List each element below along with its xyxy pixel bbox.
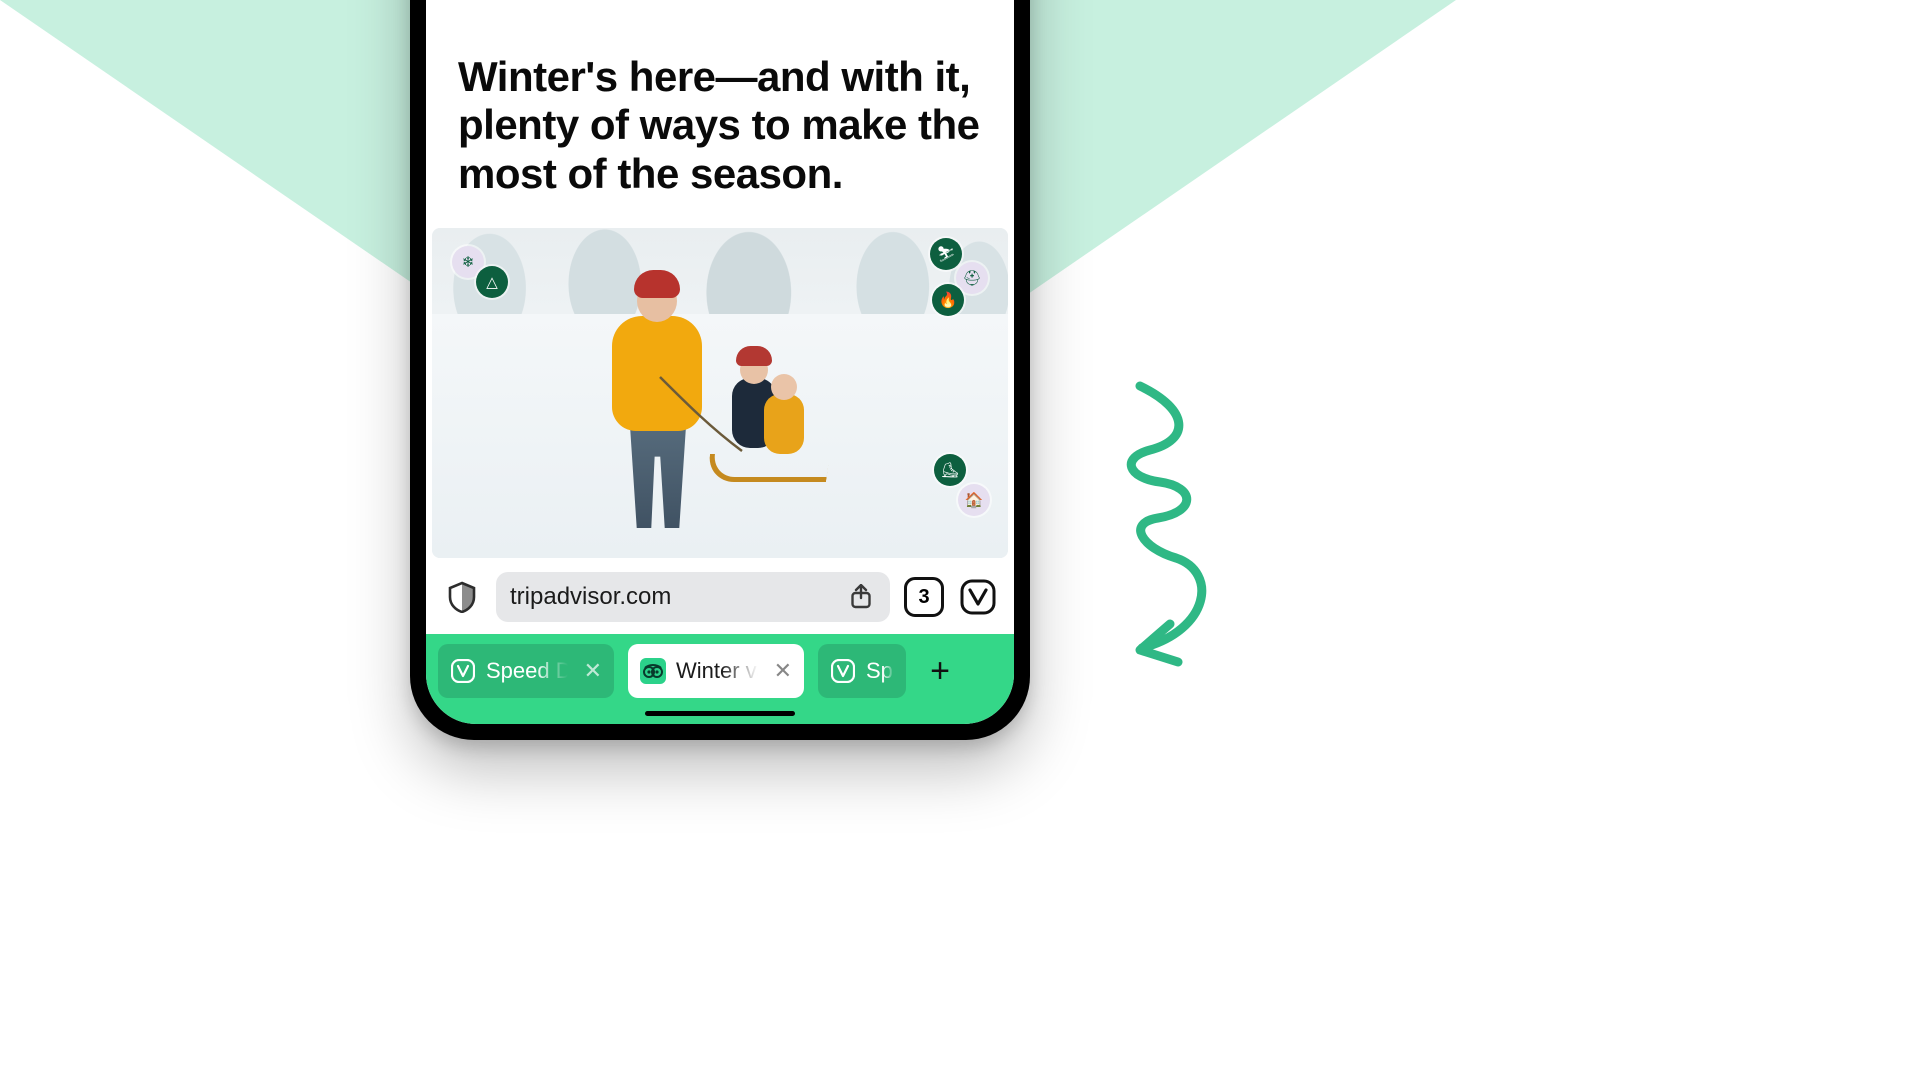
vivaldi-menu-button[interactable] <box>958 577 998 617</box>
address-url: tripadvisor.com <box>510 583 846 611</box>
phone-frame: Winter's here—and with it, plenty of way… <box>410 0 1030 740</box>
tab-strip: Speed Dial ✕ Winter vacation <box>426 634 1014 724</box>
address-bar[interactable]: tripadvisor.com <box>496 572 890 622</box>
page-headline: Winter's here—and with it, plenty of way… <box>426 53 1014 228</box>
vivaldi-icon <box>830 658 856 684</box>
new-tab-button[interactable]: + <box>920 651 960 691</box>
cabin-icon: 🏠 <box>958 484 990 516</box>
tracker-shield-button[interactable] <box>442 577 482 617</box>
skier-icon: ⛷ <box>930 238 962 270</box>
home-indicator <box>645 711 795 716</box>
close-icon[interactable]: ✕ <box>768 658 792 684</box>
tab-winter-vacation[interactable]: Winter vacation ✕ <box>628 644 804 698</box>
tab-label: Winter vacation <box>676 658 758 684</box>
tripadvisor-icon <box>640 658 666 684</box>
browser-toolbar: tripadvisor.com 3 <box>426 558 1014 634</box>
vivaldi-icon <box>450 658 476 684</box>
phone-screen: Winter's here—and with it, plenty of way… <box>426 0 1014 724</box>
tab-label: Speed Dial <box>486 658 568 684</box>
mountain-icon: △ <box>476 266 508 298</box>
skate-icon: ⛸ <box>934 454 966 486</box>
annotation-arrow-icon <box>1100 380 1240 680</box>
tab-count-value: 3 <box>918 586 929 609</box>
tab-label: Speed Dial <box>866 658 894 684</box>
close-icon[interactable]: ✕ <box>578 658 602 684</box>
helmet-icon: ⛑ <box>956 262 988 294</box>
tab-speed-dial-1[interactable]: Speed Dial ✕ <box>438 644 614 698</box>
tab-speed-dial-2[interactable]: Speed Dial <box>818 644 906 698</box>
hero-image: ❄△⛷⛑🔥⛸🏠 <box>432 228 1008 558</box>
hero-sled <box>702 368 832 528</box>
hero-person-adult <box>602 268 712 533</box>
share-button[interactable] <box>846 584 876 610</box>
tab-count-button[interactable]: 3 <box>904 577 944 617</box>
torch-icon: 🔥 <box>932 284 964 316</box>
